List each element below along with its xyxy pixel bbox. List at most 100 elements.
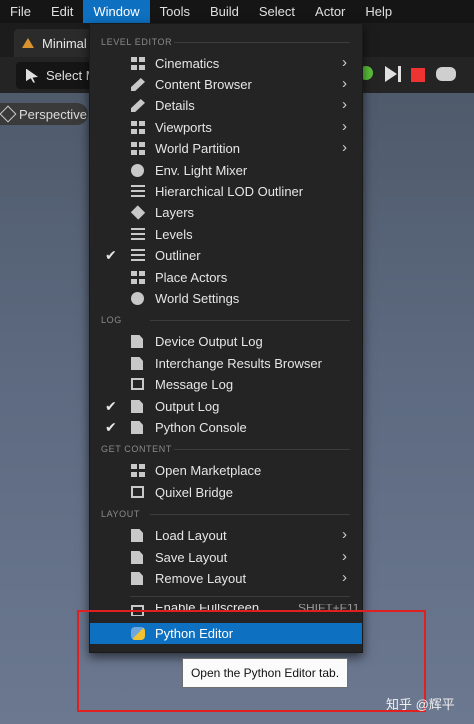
checkmark-icon: ✔ xyxy=(105,398,117,414)
menu-item-load-layout[interactable]: Load Layout › xyxy=(90,525,362,546)
checkmark-icon: ✔ xyxy=(105,419,117,435)
window-menu-dropdown: LEVEL EDITOR Cinematics › Content Browse… xyxy=(89,23,363,653)
light-mixer-icon xyxy=(131,164,144,177)
menu-build[interactable]: Build xyxy=(200,0,249,23)
checkmark-icon: ✔ xyxy=(105,247,117,263)
remove-layout-icon xyxy=(131,572,143,585)
perspective-button[interactable]: Perspective xyxy=(0,103,88,125)
menu-item-world-partition[interactable]: World Partition › xyxy=(90,138,362,159)
load-layout-icon xyxy=(131,529,143,542)
section-log: LOG xyxy=(101,315,122,325)
chevron-right-icon: › xyxy=(342,526,347,543)
skip-forward-icon[interactable] xyxy=(385,66,397,82)
menu-item-label: Layers xyxy=(155,205,195,220)
levels-icon xyxy=(131,228,145,241)
menu-item-python-console[interactable]: ✔ Python Console xyxy=(90,417,362,438)
menu-item-label: Details xyxy=(155,98,195,113)
message-log-icon xyxy=(131,378,144,390)
menu-window[interactable]: Window xyxy=(83,0,150,23)
menu-item-outliner[interactable]: ✔ Outliner xyxy=(90,245,362,266)
log-icon xyxy=(131,357,143,370)
menu-item-label: Place Actors xyxy=(155,270,228,285)
chevron-right-icon: › xyxy=(342,139,347,156)
menu-item-device-output-log[interactable]: Device Output Log xyxy=(90,331,362,352)
menu-item-quixel-bridge[interactable]: Quixel Bridge xyxy=(90,482,362,503)
level-icon xyxy=(22,38,34,48)
chevron-right-icon: › xyxy=(342,118,347,135)
tab-label: Minimal xyxy=(42,35,87,51)
menu-item-label: Save Layout xyxy=(155,550,228,565)
menu-item-label: Message Log xyxy=(155,377,234,392)
menu-item-label: World Partition xyxy=(155,141,241,156)
menu-item-label: Open Marketplace xyxy=(155,463,262,478)
menu-actor[interactable]: Actor xyxy=(305,0,355,23)
menu-item-cinematics[interactable]: Cinematics › xyxy=(90,53,362,74)
viewports-icon xyxy=(131,121,145,134)
menu-item-label: Outliner xyxy=(155,248,201,263)
details-icon xyxy=(131,99,145,112)
stop-icon[interactable] xyxy=(411,68,425,82)
separator xyxy=(174,42,350,43)
tab-level[interactable]: Minimal xyxy=(14,29,96,57)
menu-item-world-settings[interactable]: World Settings xyxy=(90,288,362,309)
menu-item-label: Hierarchical LOD Outliner xyxy=(155,184,304,199)
menu-item-label: Load Layout xyxy=(155,528,227,543)
section-get-content: GET CONTENT xyxy=(101,444,172,454)
menu-help[interactable]: Help xyxy=(355,0,402,23)
cursor-icon xyxy=(26,68,38,83)
menu-item-label: Levels xyxy=(155,227,193,242)
menu-item-label: Output Log xyxy=(155,399,220,414)
menu-item-output-log[interactable]: ✔ Output Log xyxy=(90,396,362,417)
menu-tools[interactable]: Tools xyxy=(150,0,200,23)
menu-item-env-light-mixer[interactable]: Env. Light Mixer xyxy=(90,160,362,181)
place-actors-icon xyxy=(131,271,145,284)
separator xyxy=(150,514,350,515)
gamepad-icon[interactable] xyxy=(436,67,456,81)
menu-item-label: Remove Layout xyxy=(155,571,247,586)
menu-item-label: Content Browser xyxy=(155,77,252,92)
menu-item-viewports[interactable]: Viewports › xyxy=(90,117,362,138)
log-icon xyxy=(131,335,143,348)
menu-item-details[interactable]: Details › xyxy=(90,95,362,116)
menu-item-save-layout[interactable]: Save Layout › xyxy=(90,547,362,568)
menu-item-label: Interchange Results Browser xyxy=(155,356,322,371)
menu-item-content-browser[interactable]: Content Browser › xyxy=(90,74,362,95)
world-partition-icon xyxy=(131,142,145,155)
console-icon xyxy=(131,421,143,434)
marketplace-icon xyxy=(131,464,145,477)
menu-item-layers[interactable]: Layers xyxy=(90,202,362,223)
menu-item-place-actors[interactable]: Place Actors xyxy=(90,267,362,288)
outliner-icon xyxy=(131,249,145,262)
menu-item-remove-layout[interactable]: Remove Layout › xyxy=(90,568,362,589)
menu-item-label: Quixel Bridge xyxy=(155,485,234,500)
menu-item-levels[interactable]: Levels xyxy=(90,224,362,245)
chevron-right-icon: › xyxy=(342,96,347,113)
world-settings-icon xyxy=(131,292,144,305)
menu-item-message-log[interactable]: Message Log xyxy=(90,374,362,395)
menu-item-label: Python Console xyxy=(155,420,247,435)
menu-item-label: Env. Light Mixer xyxy=(155,163,248,178)
chevron-right-icon: › xyxy=(342,569,347,586)
output-log-icon xyxy=(131,400,143,413)
chevron-right-icon: › xyxy=(342,54,347,71)
menu-item-open-marketplace[interactable]: Open Marketplace xyxy=(90,460,362,481)
menu-select[interactable]: Select xyxy=(249,0,305,23)
cube-icon xyxy=(0,105,17,123)
menu-item-hlod-outliner[interactable]: Hierarchical LOD Outliner xyxy=(90,181,362,202)
chevron-right-icon: › xyxy=(342,548,347,565)
menu-edit[interactable]: Edit xyxy=(41,0,83,23)
separator xyxy=(150,320,350,321)
chevron-right-icon: › xyxy=(342,75,347,92)
menu-file[interactable]: File xyxy=(0,0,41,23)
menu-item-label: Device Output Log xyxy=(155,334,263,349)
hlod-icon xyxy=(131,185,145,198)
section-layout: LAYOUT xyxy=(101,509,140,519)
folder-icon xyxy=(131,78,145,91)
clapper-icon xyxy=(131,57,145,70)
skip-bar-icon xyxy=(398,66,401,82)
watermark: 知乎 @辉平 xyxy=(386,697,455,712)
menu-item-label: World Settings xyxy=(155,291,240,306)
menu-item-label: Cinematics xyxy=(155,56,220,71)
perspective-label: Perspective xyxy=(19,106,87,122)
menu-item-interchange-results[interactable]: Interchange Results Browser xyxy=(90,353,362,374)
